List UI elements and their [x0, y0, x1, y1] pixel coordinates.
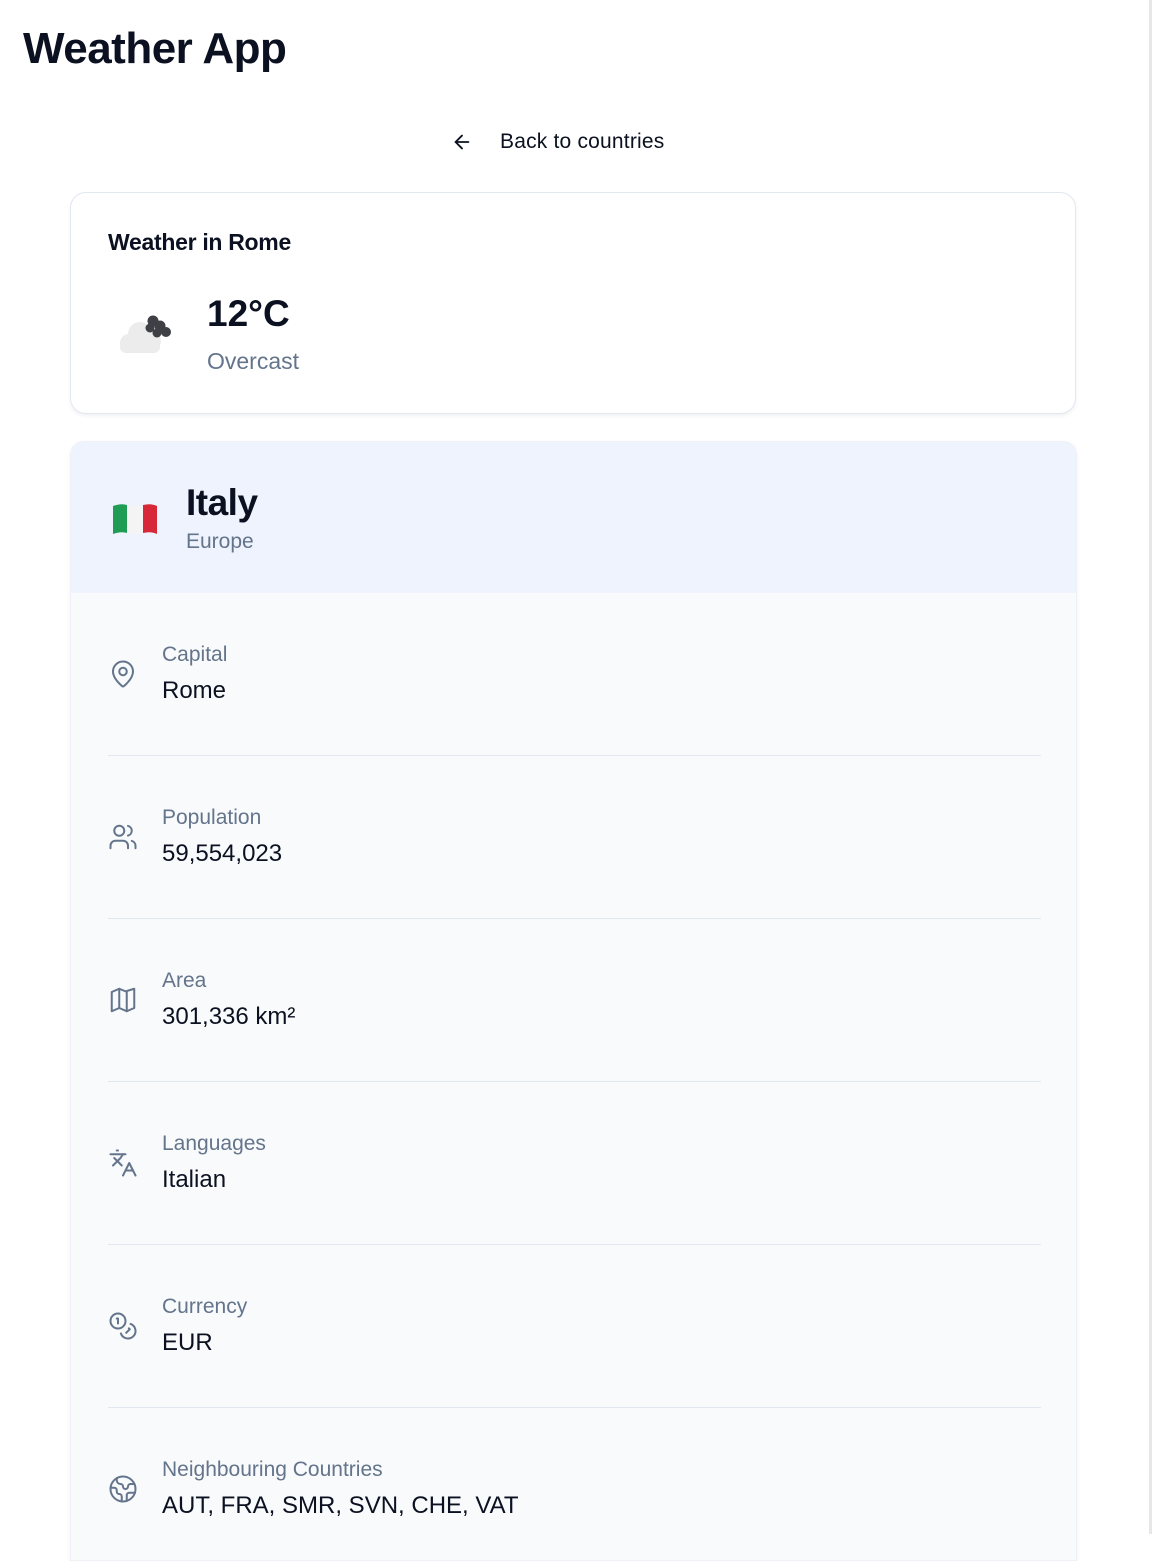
users-icon [108, 822, 138, 852]
italy-flag-icon [111, 500, 159, 536]
weather-description: Overcast [207, 348, 300, 374]
detail-value: 301,336 km² [162, 1003, 296, 1030]
detail-row-neighbouring-countries: Neighbouring Countries AUT, FRA, SMR, SV… [108, 1408, 1041, 1560]
country-name: Italy [186, 482, 258, 523]
back-to-countries-link[interactable]: Back to countries [450, 124, 664, 160]
country-details-card: Italy Europe Capital Rome Population 59,… [70, 441, 1077, 1561]
detail-row-population: Population 59,554,023 [108, 756, 1041, 919]
detail-value: Italian [162, 1166, 227, 1193]
detail-label: Population [162, 806, 262, 829]
map-pin-icon [108, 659, 138, 689]
detail-row-languages: Languages Italian [108, 1082, 1041, 1245]
arrow-left-icon [450, 130, 474, 154]
app-title: Weather App [23, 24, 287, 73]
detail-label: Capital [162, 643, 228, 666]
languages-icon [108, 1148, 138, 1178]
coins-icon [108, 1311, 138, 1341]
weather-card-title: Weather in Rome [108, 229, 291, 255]
detail-value: 59,554,023 [162, 840, 283, 867]
country-region: Europe [186, 530, 254, 553]
detail-row-area: Area 301,336 km² [108, 919, 1041, 1082]
globe-icon [108, 1474, 138, 1504]
back-to-countries-label: Back to countries [500, 130, 665, 153]
detail-label: Languages [162, 1132, 266, 1155]
map-icon [108, 985, 138, 1015]
detail-label: Currency [162, 1295, 248, 1318]
cloud-icon [115, 309, 179, 357]
detail-value: AUT, FRA, SMR, SVN, CHE, VAT [162, 1492, 519, 1519]
detail-value: EUR [162, 1329, 213, 1356]
temperature-value: 12°C [207, 293, 290, 334]
country-header: Italy Europe [71, 442, 1076, 593]
detail-row-capital: Capital Rome [108, 593, 1041, 756]
detail-label: Area [162, 969, 207, 992]
detail-row-currency: Currency EUR [108, 1245, 1041, 1408]
detail-value: Rome [162, 677, 227, 704]
detail-label: Neighbouring Countries [162, 1458, 383, 1481]
weather-card: Weather in Rome 12°C Overcast [70, 192, 1076, 414]
